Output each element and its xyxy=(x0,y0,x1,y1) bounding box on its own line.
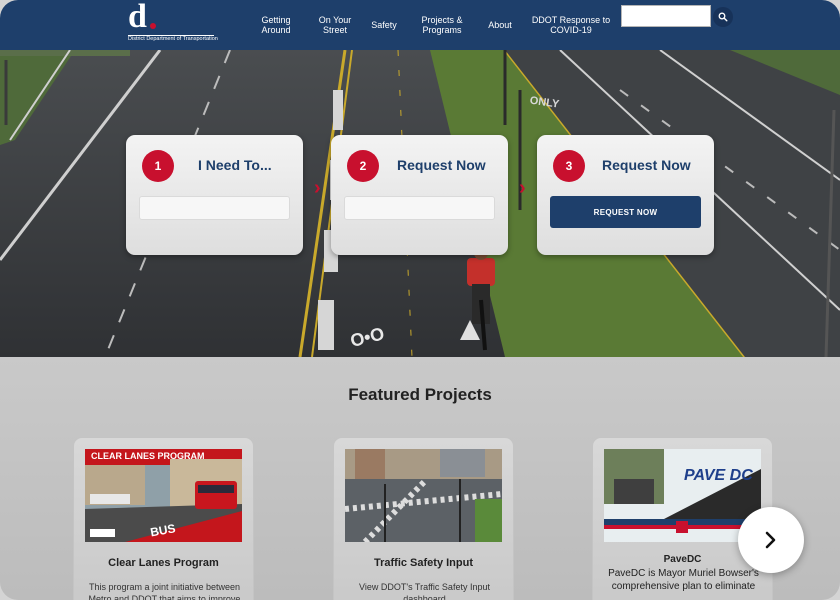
step-number-badge: 2 xyxy=(347,150,379,182)
nav-on-your-street[interactable]: On Your Street xyxy=(311,0,359,50)
project-description: View DDOT's Traffic Safety Input dashboa… xyxy=(359,582,490,600)
nav-label: DDOT Response to xyxy=(531,15,611,25)
search-input[interactable] xyxy=(621,5,711,27)
project-description: PaveDC is Mayor Muriel Bowser's comprehe… xyxy=(608,568,759,592)
step-card-3: 3 Request Now REQUEST NOW xyxy=(537,135,714,255)
step-card-2: 2 Request Now xyxy=(331,135,508,255)
nav-about[interactable]: About xyxy=(480,0,520,50)
logo-letter: d xyxy=(128,0,147,35)
carousel-next-button[interactable] xyxy=(738,507,804,573)
project-description: This program a joint initiative between … xyxy=(88,582,241,600)
pavedc-logo-text: PAVE DC xyxy=(684,467,753,484)
search-icon xyxy=(718,12,728,22)
nav-covid-response[interactable]: DDOT Response to COVID-19 xyxy=(531,0,611,50)
logo-dot xyxy=(150,23,156,29)
step-number-badge: 1 xyxy=(142,150,174,182)
traffic-safety-image xyxy=(345,449,502,542)
nav-getting-around[interactable]: Getting Around xyxy=(252,0,300,50)
nav-label: About xyxy=(488,20,512,30)
nav-label: On Your xyxy=(318,15,352,25)
nav-label: Around xyxy=(261,25,291,35)
step-title: I Need To... xyxy=(198,157,272,173)
hero-banner: O•O ONLY › › 1 I Need To... 2 Request No… xyxy=(0,50,840,357)
project-title: Clear Lanes Program xyxy=(108,557,219,569)
nav-label: Street xyxy=(322,25,347,35)
request-now-button[interactable]: REQUEST NOW xyxy=(550,196,701,228)
step-title: Request Now xyxy=(397,157,486,173)
project-title: Traffic Safety Input xyxy=(373,557,474,569)
browser-frame: d District Department of Transportation … xyxy=(0,0,840,600)
step-number-badge: 3 xyxy=(553,150,585,182)
nav-label: Safety xyxy=(371,20,397,30)
nav-label: COVID-19 xyxy=(550,25,592,35)
nav-projects-programs[interactable]: Projects & Programs xyxy=(414,0,470,50)
project-card-clear-lanes[interactable]: BUS CLEAR LANES PROGRAM Clear Lanes Prog… xyxy=(73,437,254,600)
chevron-right-icon: › xyxy=(314,177,321,199)
pavedc-image: PAVE DC xyxy=(604,449,761,542)
featured-projects-heading: Featured Projects xyxy=(348,385,492,404)
nav-label: Getting xyxy=(261,15,291,25)
step-title: Request Now xyxy=(602,157,691,173)
i-need-to-select[interactable] xyxy=(139,196,290,220)
chevron-right-icon xyxy=(765,531,776,549)
pavedc-photo xyxy=(604,449,761,542)
request-type-select[interactable] xyxy=(344,196,495,220)
search-button[interactable] xyxy=(713,7,733,27)
clear-lanes-photo: BUS xyxy=(85,449,242,542)
project-card-traffic-safety[interactable]: Traffic Safety Input View DDOT's Traffic… xyxy=(333,437,514,600)
logo-text: District Department of Transportation xyxy=(128,36,218,42)
nav-label: Projects & xyxy=(421,15,463,25)
chevron-right-icon: › xyxy=(519,177,526,199)
traffic-safety-photo xyxy=(345,449,502,542)
ddot-logo[interactable]: d District Department of Transportation xyxy=(128,0,218,46)
step-card-1: 1 I Need To... xyxy=(126,135,303,255)
nav-safety[interactable]: Safety xyxy=(364,0,404,50)
site-header: d District Department of Transportation … xyxy=(0,0,840,50)
clear-lanes-banner-text: CLEAR LANES PROGRAM xyxy=(91,451,205,461)
clear-lanes-image: BUS CLEAR LANES PROGRAM xyxy=(85,449,242,542)
nav-label: Programs xyxy=(422,25,462,35)
